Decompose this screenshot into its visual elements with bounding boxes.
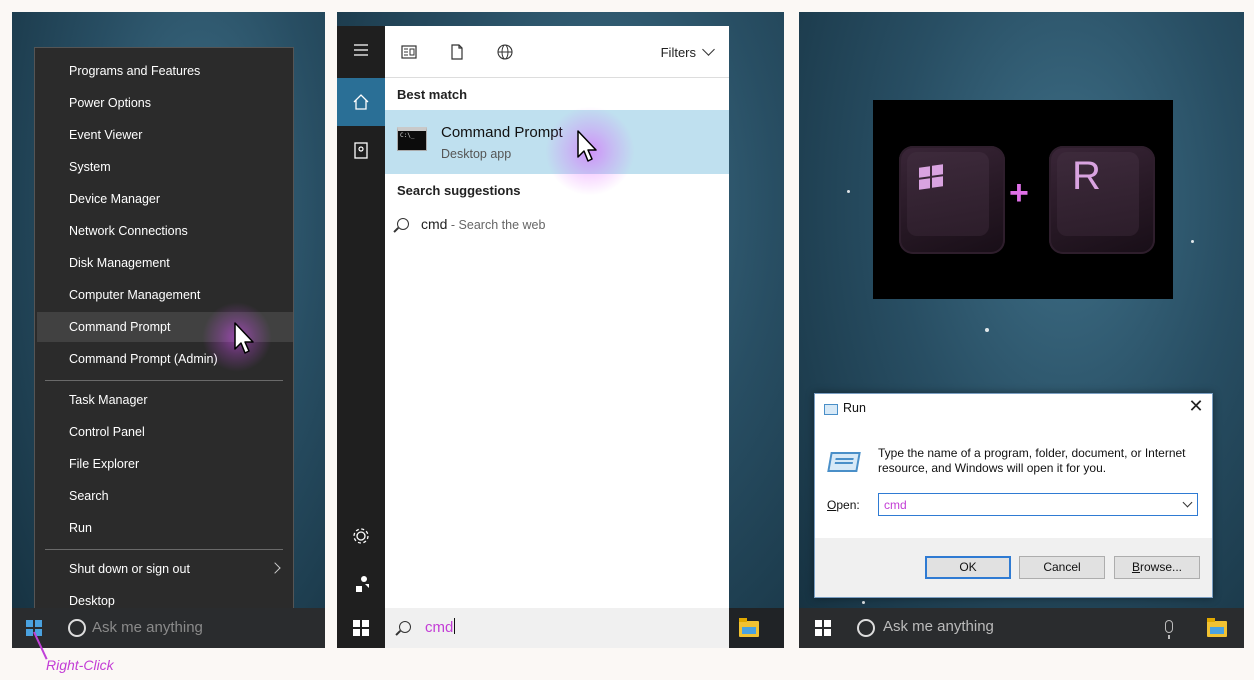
start-rail	[337, 26, 385, 608]
search-input[interactable]: cmd	[425, 618, 456, 636]
run-dialog: Run ✕ Type the name of a program, folder…	[814, 393, 1213, 598]
search-results-pane: Filters Best match C:\_ Command Prompt D…	[385, 26, 729, 608]
open-field-value: cmd	[884, 498, 907, 512]
key-cap	[907, 152, 989, 236]
chevron-down-icon	[702, 43, 715, 56]
mouse-cursor-icon	[577, 130, 597, 162]
cortana-icon	[857, 619, 875, 637]
home-icon	[353, 94, 369, 110]
results-toolbar: Filters	[385, 26, 729, 78]
search-icon	[397, 218, 409, 230]
run-program-icon	[827, 452, 861, 472]
apps-icon[interactable]	[401, 44, 417, 60]
mouse-cursor-icon	[234, 322, 254, 354]
filters-label: Filters	[660, 45, 696, 60]
web-icon[interactable]	[497, 44, 513, 60]
key-cap: R	[1057, 152, 1139, 236]
menu-item-programs-and-features[interactable]: Programs and Features	[35, 56, 291, 86]
menu-divider	[45, 380, 283, 381]
keyboard-shortcut-illustration: + R	[873, 100, 1173, 299]
ok-button[interactable]: OK	[925, 556, 1011, 579]
filters-dropdown[interactable]: Filters	[660, 43, 715, 60]
taskbar-start-area	[337, 608, 385, 648]
dialog-title: Run	[843, 401, 866, 415]
browse-button[interactable]: Browse...	[1114, 556, 1200, 579]
close-icon[interactable]: ✕	[1188, 397, 1204, 415]
gear-icon	[353, 528, 369, 544]
file-explorer-icon[interactable]	[739, 618, 759, 637]
star	[847, 190, 850, 193]
dialog-description: Type the name of a program, folder, docu…	[878, 446, 1186, 475]
star	[985, 328, 989, 332]
run-dialog-panel: + R Run ✕ Type the name of a program, fo…	[799, 12, 1244, 648]
chevron-right-icon	[269, 562, 281, 574]
plus-sign: +	[1009, 174, 1029, 212]
menu-item-control-panel[interactable]: Control Panel	[35, 417, 291, 447]
menu-item-system[interactable]: System	[35, 152, 291, 182]
menu-item-run[interactable]: Run	[35, 513, 291, 543]
notebook-icon	[354, 142, 368, 159]
taskbar-search-placeholder[interactable]: Ask me anything	[92, 619, 203, 636]
best-match-heading: Best match	[397, 87, 468, 102]
star	[1191, 240, 1194, 243]
menu-item-device-manager[interactable]: Device Manager	[35, 184, 291, 214]
menu-item-power-options[interactable]: Power Options	[35, 88, 291, 118]
cortana-icon	[68, 619, 86, 637]
open-field[interactable]: cmd	[878, 493, 1198, 516]
settings-button[interactable]	[337, 512, 385, 560]
menu-divider	[45, 549, 283, 550]
r-key: R	[1049, 146, 1155, 254]
cancel-button[interactable]: Cancel	[1019, 556, 1105, 579]
documents-icon[interactable]	[449, 44, 465, 60]
home-button[interactable]	[337, 78, 385, 126]
right-click-annotation: Right-Click	[46, 657, 114, 673]
key-letter: R	[1072, 154, 1101, 198]
microphone-icon[interactable]	[1165, 620, 1173, 639]
star	[862, 601, 865, 604]
result-title: Command Prompt	[441, 124, 563, 141]
windows-key	[899, 146, 1005, 254]
menu-item-shut-down[interactable]: Shut down or sign out	[35, 554, 291, 584]
winx-menu-panel: Programs and Features Power Options Even…	[12, 12, 325, 648]
start-search-panel: Filters Best match C:\_ Command Prompt D…	[337, 12, 784, 648]
menu-item-event-viewer[interactable]: Event Viewer	[35, 120, 291, 150]
search-box[interactable]: cmd	[385, 608, 729, 648]
feedback-button[interactable]	[337, 560, 385, 608]
text-caret	[454, 618, 456, 634]
taskbar: Ask me anything	[12, 608, 325, 648]
suggestion-hint: - Search the web	[447, 218, 546, 232]
start-button-icon[interactable]	[353, 620, 369, 636]
search-icon	[399, 621, 411, 633]
suggestion-query: cmd	[421, 216, 448, 232]
windows-logo-icon	[919, 164, 945, 190]
menu-item-search[interactable]: Search	[35, 481, 291, 511]
menu-item-network-connections[interactable]: Network Connections	[35, 216, 291, 246]
menu-item-file-explorer[interactable]: File Explorer	[35, 449, 291, 479]
start-button-icon[interactable]	[815, 620, 831, 636]
hamburger-button[interactable]	[337, 26, 385, 74]
dialog-footer: OK Cancel Browse...	[815, 538, 1212, 597]
run-icon	[824, 404, 838, 415]
menu-item-disk-management[interactable]: Disk Management	[35, 248, 291, 278]
file-explorer-icon[interactable]	[1207, 618, 1227, 637]
taskbar-search-placeholder[interactable]: Ask me anything	[883, 618, 994, 635]
taskbar-tray	[729, 608, 784, 648]
open-label: Open:	[827, 498, 860, 512]
notebook-button[interactable]	[337, 126, 385, 174]
menu-item-task-manager[interactable]: Task Manager	[35, 385, 291, 415]
people-icon	[356, 576, 369, 592]
taskbar: Ask me anything	[799, 608, 1244, 648]
search-suggestions-heading: Search suggestions	[397, 183, 521, 198]
suggestion-item[interactable]: cmd - Search the web	[397, 216, 545, 232]
menu-item-label: Shut down or sign out	[69, 562, 190, 576]
chevron-down-icon[interactable]	[1182, 497, 1193, 508]
command-prompt-icon: C:\_	[397, 127, 427, 151]
result-subtitle: Desktop app	[441, 147, 512, 161]
hamburger-icon	[354, 44, 368, 56]
